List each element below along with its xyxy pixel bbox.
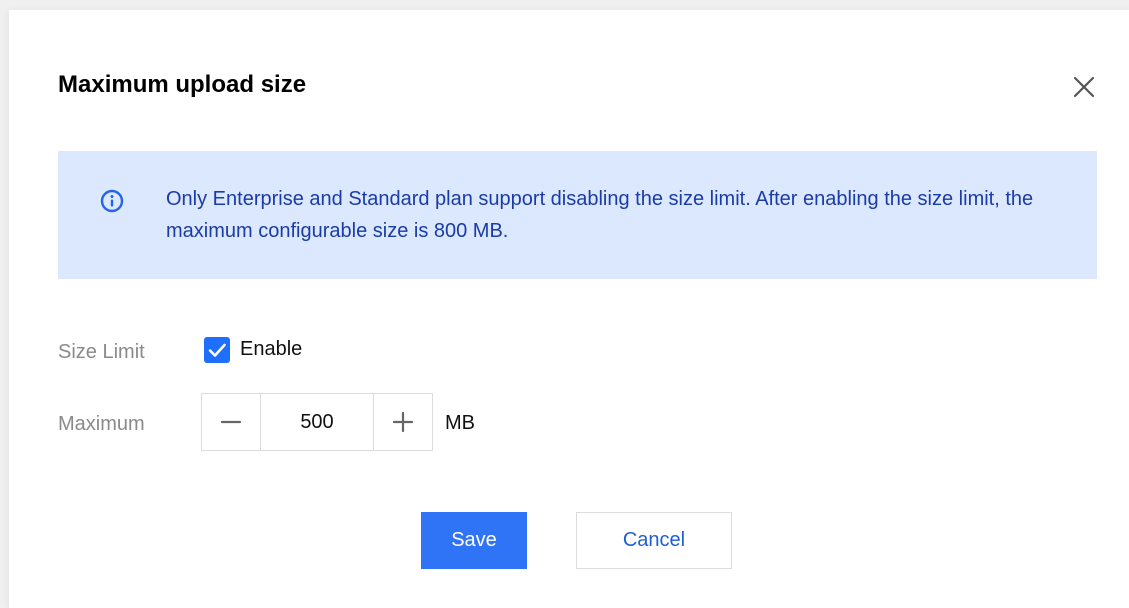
- size-limit-label: Size Limit: [58, 341, 145, 363]
- info-notice: Only Enterprise and Standard plan suppor…: [58, 151, 1097, 279]
- cancel-button[interactable]: Cancel: [576, 512, 732, 569]
- maximum-stepper: 500: [201, 393, 433, 451]
- increment-button[interactable]: [374, 394, 432, 450]
- upload-size-dialog: Maximum upload size Only Enterprise and …: [9, 10, 1129, 608]
- unit-label: MB: [445, 412, 475, 434]
- plus-icon: [392, 411, 414, 433]
- close-icon[interactable]: [1071, 74, 1097, 100]
- decrement-button[interactable]: [202, 394, 260, 450]
- enable-label[interactable]: Enable: [240, 336, 302, 362]
- dialog-title: Maximum upload size: [58, 71, 307, 98]
- notice-text: Only Enterprise and Standard plan suppor…: [166, 188, 1034, 242]
- checkmark-icon: [208, 343, 226, 357]
- maximum-label: Maximum: [58, 413, 145, 435]
- maximum-value-input[interactable]: 500: [260, 394, 374, 450]
- save-button[interactable]: Save: [421, 512, 527, 569]
- enable-checkbox[interactable]: [204, 337, 230, 363]
- info-icon: [100, 189, 124, 213]
- minus-icon: [220, 420, 242, 424]
